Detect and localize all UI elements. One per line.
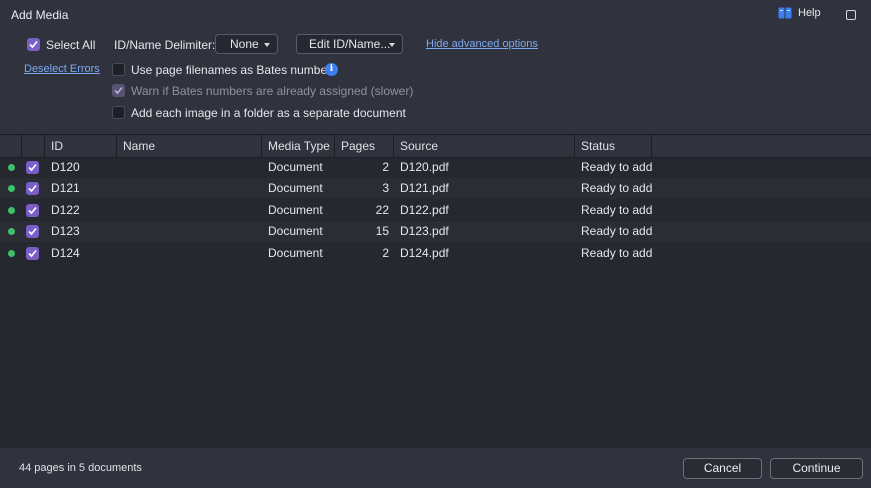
cell-status: Ready to add (581, 203, 653, 217)
table-row[interactable]: D120 Document 2 D120.pdf Ready to add (0, 157, 871, 178)
info-icon[interactable]: i (325, 63, 338, 76)
header-status-dot (0, 135, 22, 157)
checkmark-icon (28, 184, 37, 193)
checkmark-icon (114, 86, 123, 95)
warn-bates-label: Warn if Bates numbers are already assign… (131, 84, 414, 98)
edit-id-dropdown[interactable]: Edit ID/Name... (296, 34, 403, 54)
cell-source: D121.pdf (400, 181, 449, 195)
cell-media-type: Document (268, 203, 323, 217)
cell-status: Ready to add (581, 181, 653, 195)
cancel-button[interactable]: Cancel (683, 458, 762, 479)
table-row[interactable]: D124 Document 2 D124.pdf Ready to add (0, 243, 871, 264)
status-dot-icon (8, 250, 15, 257)
table-header: ID Name Media Type Pages Source Status (0, 135, 871, 158)
warn-bates-checkbox (112, 84, 125, 97)
checkmark-icon (29, 40, 38, 49)
row-checkbox[interactable] (26, 225, 39, 238)
delimiter-dropdown[interactable]: None (215, 34, 278, 54)
checkmark-icon (28, 249, 37, 258)
table-row[interactable]: D123 Document 15 D123.pdf Ready to add (0, 221, 871, 242)
header-media-type[interactable]: Media Type (262, 135, 335, 157)
book-icon (778, 7, 792, 19)
cell-pages: 2 (382, 160, 389, 174)
status-dot-icon (8, 164, 15, 171)
row-checkbox[interactable] (26, 161, 39, 174)
use-filenames-label: Use page filenames as Bates numbers (131, 63, 338, 77)
chevron-down-icon (389, 43, 395, 47)
cell-source: D120.pdf (400, 160, 449, 174)
cell-source: D124.pdf (400, 246, 449, 260)
checkmark-icon (28, 227, 37, 236)
cell-id: D120 (51, 160, 80, 174)
each-image-checkbox[interactable] (112, 106, 125, 119)
cell-media-type: Document (268, 224, 323, 238)
status-dot-icon (8, 185, 15, 192)
select-all-checkbox[interactable] (27, 38, 40, 51)
header-status[interactable]: Status (575, 135, 652, 157)
each-image-label: Add each image in a folder as a separate… (131, 106, 406, 120)
cell-id: D124 (51, 246, 80, 260)
hide-advanced-link[interactable]: Hide advanced options (426, 38, 538, 50)
checkmark-icon (28, 163, 37, 172)
delimiter-value: None (230, 37, 259, 51)
cell-source: D122.pdf (400, 203, 449, 217)
table-row[interactable]: D121 Document 3 D121.pdf Ready to add (0, 178, 871, 199)
select-all-label: Select All (46, 38, 96, 52)
row-checkbox[interactable] (26, 204, 39, 217)
row-checkbox[interactable] (26, 247, 39, 260)
header-pages[interactable]: Pages (335, 135, 394, 157)
window-title: Add Media (11, 8, 69, 22)
use-filenames-checkbox[interactable] (112, 63, 125, 76)
header-name[interactable]: Name (117, 135, 262, 157)
table-row[interactable]: D122 Document 22 D122.pdf Ready to add (0, 200, 871, 221)
cell-source: D123.pdf (400, 224, 449, 238)
cell-id: D123 (51, 224, 80, 238)
cell-pages: 22 (375, 203, 389, 217)
chevron-down-icon (264, 43, 270, 47)
cell-id: D122 (51, 203, 80, 217)
edit-id-label: Edit ID/Name... (309, 37, 391, 51)
cell-status: Ready to add (581, 246, 653, 260)
cell-pages: 3 (382, 181, 389, 195)
cell-media-type: Document (268, 181, 323, 195)
cell-pages: 2 (382, 246, 389, 260)
deselect-errors-link[interactable]: Deselect Errors (24, 63, 100, 75)
delimiter-label: ID/Name Delimiter: (114, 38, 216, 52)
cell-id: D121 (51, 181, 80, 195)
summary-text: 44 pages in 5 documents (19, 462, 142, 474)
help-label: Help (798, 7, 821, 19)
cell-media-type: Document (268, 246, 323, 260)
header-checkbox[interactable] (22, 135, 45, 157)
header-id[interactable]: ID (45, 135, 117, 157)
title-bar: Add Media Help (0, 0, 871, 30)
cell-pages: 15 (375, 224, 389, 238)
status-dot-icon (8, 207, 15, 214)
continue-button[interactable]: Continue (770, 458, 863, 479)
media-table: ID Name Media Type Pages Source Status D… (0, 134, 871, 449)
maximize-icon[interactable] (846, 10, 856, 20)
status-dot-icon (8, 228, 15, 235)
header-source[interactable]: Source (394, 135, 575, 157)
checkmark-icon (28, 206, 37, 215)
help-button[interactable]: Help (778, 7, 821, 19)
footer: 44 pages in 5 documents Cancel Continue (0, 448, 871, 488)
cell-media-type: Document (268, 160, 323, 174)
cell-status: Ready to add (581, 160, 653, 174)
row-checkbox[interactable] (26, 182, 39, 195)
cell-status: Ready to add (581, 224, 653, 238)
